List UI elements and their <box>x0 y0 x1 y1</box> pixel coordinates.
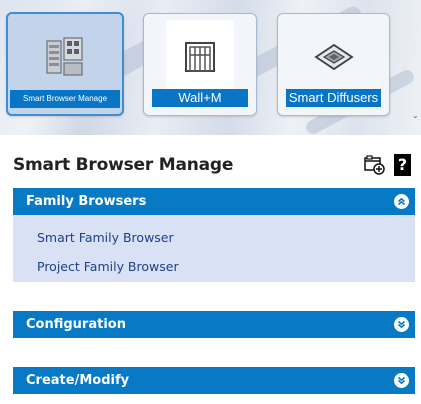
section-label: Family Browsers <box>26 194 147 209</box>
browser-manager-icon <box>20 22 110 92</box>
tile-label: Smart Browser Manage <box>10 90 120 108</box>
section-body-family-browsers: Smart Family Browser Project Family Brow… <box>13 215 415 282</box>
section-header-family-browsers[interactable]: Family Browsers <box>13 188 415 215</box>
page-title: Smart Browser Manage <box>13 155 234 175</box>
section-header-configuration[interactable]: Configuration <box>13 311 415 338</box>
list-item-smart-family-browser[interactable]: Smart Family Browser <box>37 230 174 245</box>
chevron-down-icon[interactable] <box>394 373 409 388</box>
help-button[interactable]: ? <box>394 154 411 176</box>
tile-wall-m[interactable]: Wall+M <box>143 13 257 116</box>
tool-ribbon: Smart Browser Manage Wall+M Smart Diffus… <box>0 0 421 137</box>
list-item-project-family-browser[interactable]: Project Family Browser <box>37 259 179 274</box>
diffuser-icon <box>290 22 377 92</box>
tile-label: Wall+M <box>152 89 248 107</box>
tile-smart-browser-manage[interactable]: Smart Browser Manage <box>6 12 124 116</box>
wall-frame-icon <box>166 20 234 94</box>
add-tab-icon[interactable] <box>364 154 386 176</box>
tile-label: Smart Diffusers <box>286 89 381 107</box>
chevron-up-icon[interactable] <box>394 194 409 209</box>
section-label: Configuration <box>26 317 126 332</box>
ribbon-scroll-chevron-icon[interactable]: ⌄ <box>412 112 420 120</box>
tile-smart-diffusers[interactable]: Smart Diffusers <box>277 13 390 116</box>
section-label: Create/Modify <box>26 373 130 388</box>
section-header-create-modify[interactable]: Create/Modify <box>13 367 415 394</box>
chevron-down-icon[interactable] <box>394 317 409 332</box>
